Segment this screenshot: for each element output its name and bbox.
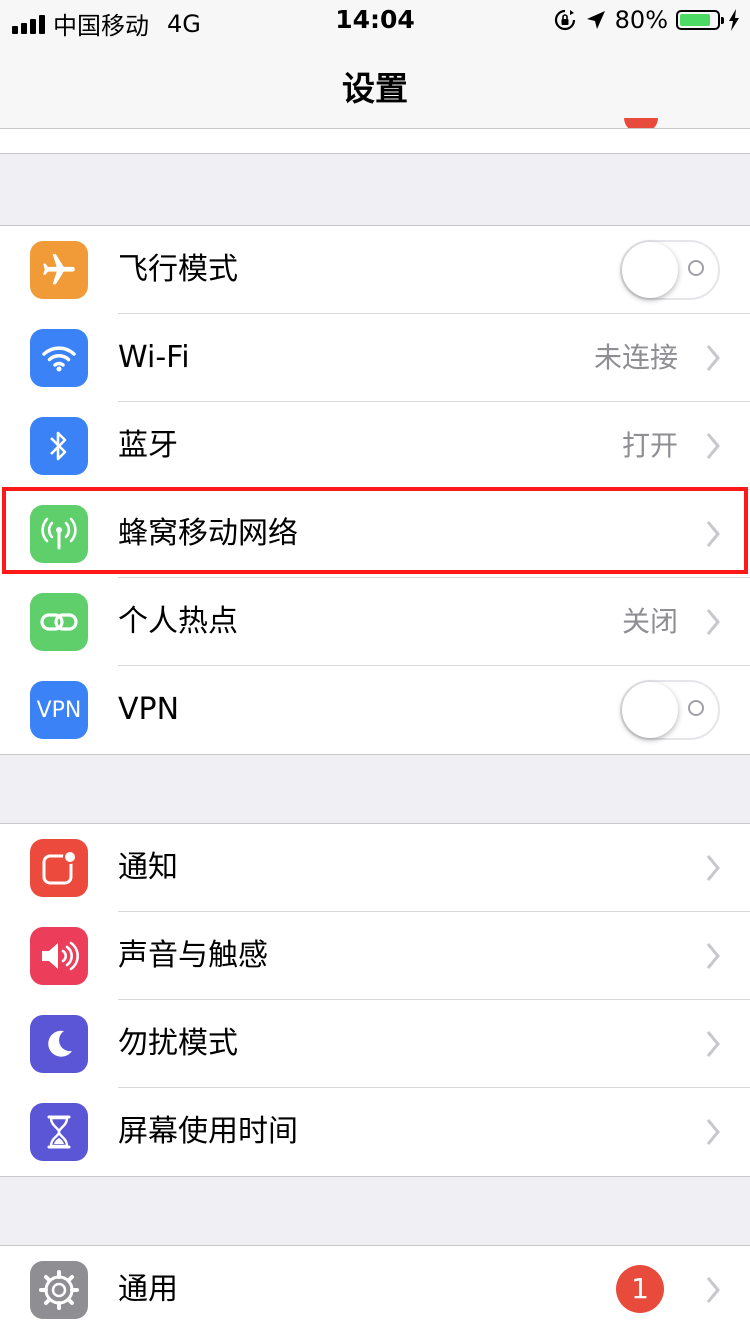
hotspot-label: 个人热点	[118, 604, 238, 639]
bluetooth-status: 打开	[621, 429, 678, 462]
dnd-label: 勿扰模式	[118, 1026, 238, 1061]
chevron-right-icon	[706, 943, 720, 969]
battery-percent: 80%	[614, 6, 668, 34]
settings-row-airplane[interactable]: 飞行模式	[0, 226, 750, 314]
chevron-right-icon	[706, 1031, 720, 1057]
orientation-lock-icon	[554, 9, 575, 31]
bluetooth-icon	[30, 417, 88, 475]
wifi-icon	[30, 329, 88, 387]
chevron-right-icon	[706, 855, 720, 881]
connectivity-group: 飞行模式 Wi-Fi 未连接 蓝牙 打开 蜂窝移动网络 个人热点 关闭 VPN …	[0, 225, 750, 755]
settings-row-dnd[interactable]: 勿扰模式	[0, 1000, 750, 1088]
moon-icon	[30, 1015, 88, 1073]
wifi-label: Wi-Fi	[118, 340, 190, 375]
scrolled-row-peek	[0, 129, 750, 154]
vpn-icon: VPN	[30, 681, 88, 739]
settings-row-cellular[interactable]: 蜂窝移动网络	[0, 490, 750, 578]
hotspot-status: 关闭	[621, 605, 678, 638]
speaker-icon	[30, 927, 88, 985]
location-arrow-icon	[586, 11, 605, 29]
airplane-toggle[interactable]	[620, 240, 720, 300]
chevron-right-icon	[706, 609, 720, 635]
settings-row-wifi[interactable]: Wi-Fi 未连接	[0, 314, 750, 402]
chevron-right-icon	[706, 521, 720, 547]
notifications-icon	[30, 839, 88, 897]
top-bar: 中国移动 4G 14:04 80% 设置	[0, 0, 750, 132]
chevron-right-icon	[706, 1119, 720, 1145]
update-badge: 1	[616, 1265, 664, 1313]
charging-bolt-icon	[729, 9, 739, 31]
antenna-icon	[30, 505, 88, 563]
settings-row-general[interactable]: 通用 1	[0, 1246, 750, 1334]
status-right: 80%	[553, 6, 740, 34]
airplane-icon	[30, 241, 88, 299]
settings-row-notifications[interactable]: 通知	[0, 824, 750, 912]
gear-icon	[30, 1261, 88, 1319]
vpn-icon-text: VPN	[36, 697, 82, 723]
page-title: 设置	[342, 69, 408, 108]
sounds-label: 声音与触感	[118, 938, 268, 973]
chevron-right-icon	[706, 1277, 720, 1303]
hotspot-icon	[30, 593, 88, 651]
vpn-toggle[interactable]	[620, 680, 720, 740]
settings-row-sounds[interactable]: 声音与触感	[0, 912, 750, 1000]
settings-row-screentime[interactable]: 屏幕使用时间	[0, 1088, 750, 1176]
cellular-label: 蜂窝移动网络	[118, 516, 298, 551]
settings-row-vpn[interactable]: VPN VPN	[0, 666, 750, 754]
vpn-label: VPN	[118, 692, 180, 727]
chevron-right-icon	[706, 433, 720, 459]
battery-icon	[676, 10, 724, 30]
notifications-label: 通知	[118, 850, 178, 885]
airplane-label: 飞行模式	[118, 252, 238, 287]
screentime-label: 屏幕使用时间	[118, 1114, 298, 1149]
wifi-status: 未连接	[593, 341, 678, 374]
chevron-right-icon	[706, 345, 720, 371]
settings-row-hotspot[interactable]: 个人热点 关闭	[0, 578, 750, 666]
settings-row-bluetooth[interactable]: 蓝牙 打开	[0, 402, 750, 490]
general-label: 通用	[118, 1272, 178, 1307]
bluetooth-label: 蓝牙	[118, 428, 178, 463]
status-bar: 中国移动 4G 14:04 80%	[0, 0, 750, 40]
hourglass-icon	[30, 1103, 88, 1161]
notifications-group: 通知 声音与触感 勿扰模式 屏幕使用时间	[0, 823, 750, 1177]
general-group: 通用 1	[0, 1245, 750, 1334]
